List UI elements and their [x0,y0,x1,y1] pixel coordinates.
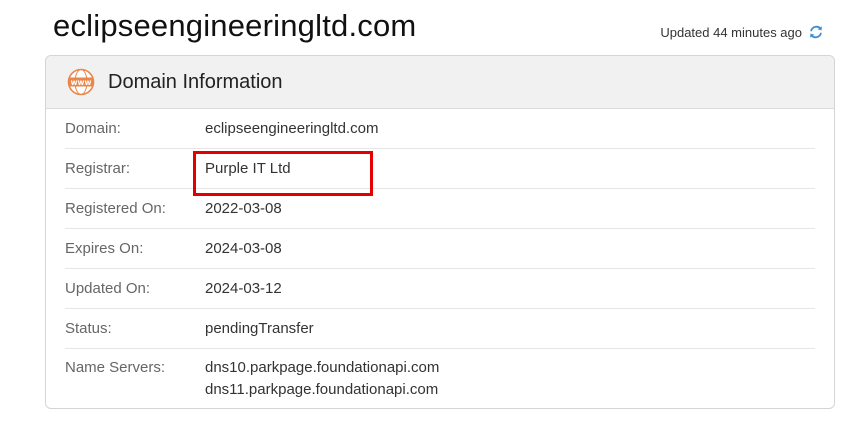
name-server: dns11.parkpage.foundationapi.com [205,381,439,398]
updated-status: Updated 44 minutes ago [660,24,824,40]
row-registrar: Registrar: Purple IT Ltd [65,149,815,189]
row-value: pendingTransfer [205,320,314,337]
row-value: 2022-03-08 [205,200,282,217]
row-status: Status: pendingTransfer [65,309,815,349]
row-value: Purple IT Ltd [205,160,291,177]
row-updated-on: Updated On: 2024-03-12 [65,269,815,309]
name-server-list: dns10.parkpage.foundationapi.com dns11.p… [205,357,439,401]
row-label: Domain: [65,120,121,137]
row-label: Expires On: [65,240,144,257]
card-title: Domain Information [108,70,283,93]
card-header: www Domain Information [46,56,834,109]
row-value: 2024-03-12 [205,280,282,297]
info-rows: Domain: eclipseengineeringltd.com Regist… [46,109,834,408]
refresh-icon[interactable] [808,24,824,40]
domain-title: eclipseengineeringltd.com [53,8,417,43]
row-value: 2024-03-08 [205,240,282,257]
www-icon: www [67,68,95,96]
whois-page: eclipseengineeringltd.com Updated 44 min… [0,0,849,423]
row-domain: Domain: eclipseengineeringltd.com [65,109,815,149]
row-value: eclipseengineeringltd.com [205,120,379,137]
row-registered-on: Registered On: 2022-03-08 [65,189,815,229]
updated-text: Updated 44 minutes ago [660,24,802,40]
name-server: dns10.parkpage.foundationapi.com [205,359,440,376]
row-label: Name Servers: [65,359,166,376]
row-label: Registered On: [65,200,166,217]
row-label: Registrar: [65,160,131,177]
row-label: Status: [65,320,112,337]
row-name-servers: Name Servers: dns10.parkpage.foundationa… [65,349,815,408]
row-expires-on: Expires On: 2024-03-08 [65,229,815,269]
domain-info-card: www Domain Information Domain: eclipseen… [45,55,835,409]
svg-text:www: www [71,78,92,87]
row-label: Updated On: [65,280,151,297]
